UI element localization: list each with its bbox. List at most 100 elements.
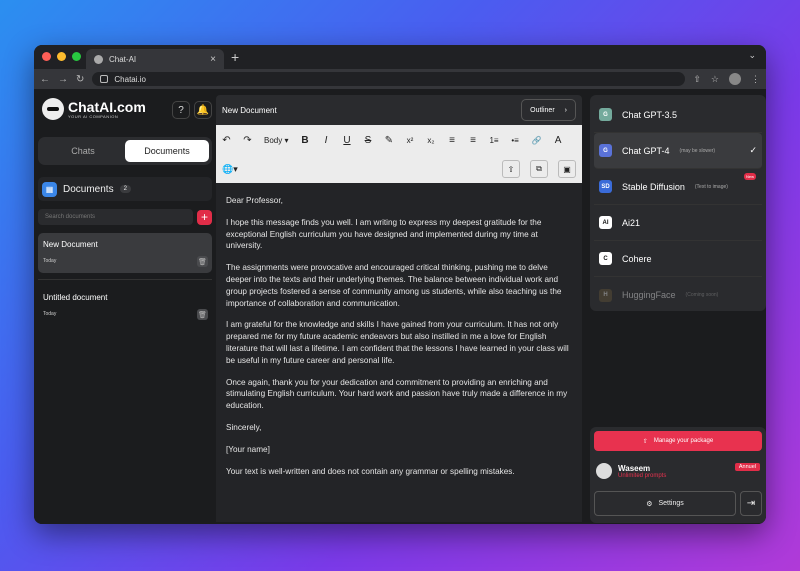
editor-header: New Document Outliner › — [216, 95, 582, 125]
forward-icon[interactable]: → — [58, 74, 68, 85]
list-item[interactable]: Untitled document Today 🗑 — [38, 286, 212, 326]
manage-package-button[interactable]: ⇧ Manage your package — [594, 431, 762, 451]
add-document-button[interactable]: + — [197, 209, 212, 225]
model-note: (Text to image) — [694, 183, 728, 190]
avatar — [596, 463, 612, 479]
help-icon[interactable]: ? — [172, 101, 190, 119]
paragraph: Your text is well-written and does not c… — [226, 466, 515, 476]
browser-window: Chat-AI × + ⌄ ← → ↻ Chatai.io ⇧ ☆ ⋮ Chat… — [34, 45, 766, 524]
minimize-window-button[interactable] — [57, 52, 66, 61]
openai-icon: G — [599, 108, 612, 121]
redo-icon[interactable]: ↷ — [243, 135, 252, 146]
share-icon[interactable]: ⇧ — [693, 74, 701, 85]
model-name: HuggingFace — [622, 290, 676, 300]
save-icon[interactable]: ▣ — [558, 160, 576, 178]
documents-header: ▦ Documents 2 — [38, 177, 212, 201]
bookmark-star-icon[interactable]: ☆ — [711, 74, 719, 85]
document-title: New Document — [43, 240, 98, 249]
copy-icon[interactable]: ⧉ — [530, 160, 548, 178]
list-item[interactable]: New Document Today 🗑 — [38, 233, 212, 273]
document-title: Untitled document — [43, 293, 108, 302]
upload-icon[interactable]: ⇧ — [502, 160, 520, 178]
outliner-button[interactable]: Outliner › — [521, 99, 576, 121]
bold-icon[interactable]: B — [300, 135, 309, 146]
tab-chats[interactable]: Chats — [41, 140, 125, 162]
model-cohere[interactable]: C Cohere — [594, 241, 762, 277]
model-list: G Chat GPT-3.5 G Chat GPT-4 (may be slow… — [590, 95, 766, 311]
model-huggingface: H HuggingFace (Coming soon) — [594, 277, 762, 313]
model-chatgpt-35[interactable]: G Chat GPT-3.5 — [594, 97, 762, 133]
cohere-icon: C — [599, 252, 612, 265]
trash-icon[interactable]: 🗑 — [197, 256, 208, 267]
favicon-icon — [94, 54, 103, 64]
model-chatgpt-4[interactable]: G Chat GPT-4 (may be slower) ✓ — [594, 133, 762, 169]
search-documents-input[interactable]: Search documents — [38, 209, 193, 225]
site-info-icon[interactable] — [100, 75, 109, 83]
browser-menu-icon[interactable]: ⋮ — [751, 74, 760, 85]
translate-icon[interactable]: 🌐▾ — [222, 164, 238, 175]
browser-tabbar: Chat-AI × + ⌄ — [34, 45, 766, 69]
profile-avatar[interactable] — [729, 73, 741, 85]
trash-icon[interactable]: 🗑 — [197, 309, 208, 320]
settings-button[interactable]: ⚙ Settings — [594, 491, 736, 516]
tab-documents[interactable]: Documents — [125, 140, 209, 162]
stable-diffusion-icon: SD — [599, 180, 612, 193]
app: ChatAI.com YOUR AI COMPANION ? 🔔 Chats D… — [34, 89, 766, 524]
tab-title: Chat-AI — [109, 54, 137, 64]
model-name: Stable Diffusion — [622, 181, 685, 192]
paragraph: [Your name] — [226, 444, 270, 454]
browser-tab[interactable]: Chat-AI × — [86, 49, 224, 69]
undo-icon[interactable]: ↶ — [222, 135, 231, 146]
logout-button[interactable]: ⇥ — [740, 491, 762, 516]
upload-icon: ⇧ — [642, 438, 648, 445]
text-style-select[interactable]: Body ▾ — [264, 136, 288, 145]
paragraph: Dear Professor, — [226, 196, 283, 205]
model-note: (may be slower) — [679, 147, 716, 154]
paragraph: I hope this message finds you well. I am… — [226, 217, 542, 251]
outliner-label: Outliner — [530, 106, 555, 114]
reload-icon[interactable]: ↻ — [76, 74, 84, 85]
address-bar[interactable]: Chatai.io — [92, 72, 686, 86]
manage-package-label: Manage your package — [653, 438, 714, 444]
clear-format-icon[interactable]: A — [554, 135, 563, 146]
new-tab-button[interactable]: + — [231, 49, 239, 65]
subscript-icon[interactable]: x₂ — [426, 136, 435, 145]
align-center-icon[interactable]: ≡ — [468, 135, 477, 146]
model-name: Ai21 — [622, 217, 641, 228]
underline-icon[interactable]: U — [342, 135, 351, 146]
ai21-icon: AI — [599, 216, 612, 229]
model-name: Cohere — [622, 253, 652, 264]
close-window-button[interactable] — [42, 52, 51, 61]
huggingface-icon: H — [599, 288, 612, 302]
italic-icon[interactable]: I — [321, 135, 330, 146]
strikethrough-icon[interactable]: S — [363, 135, 372, 146]
check-icon: ✓ — [749, 145, 757, 155]
document-body[interactable]: Dear Professor, I hope this message find… — [216, 183, 582, 522]
model-stable-diffusion[interactable]: SD Stable Diffusion (Text to image) New — [594, 169, 762, 205]
document-name[interactable]: New Document — [222, 106, 277, 115]
link-icon[interactable]: 🔗 — [532, 136, 542, 145]
documents-title: Documents — [63, 183, 114, 195]
highlight-icon[interactable]: ✎ — [384, 135, 393, 146]
gear-icon: ⚙ — [646, 500, 653, 508]
superscript-icon[interactable]: x² — [405, 136, 414, 145]
browser-toolbar: ← → ↻ Chatai.io ⇧ ☆ ⋮ — [34, 69, 766, 89]
editor: New Document Outliner › ↶ ↷ Body ▾ B I U… — [216, 95, 582, 524]
documents-count-badge: 2 — [119, 185, 131, 193]
align-left-icon[interactable]: ≡ — [447, 135, 456, 146]
brand-name: ChatAI.com — [68, 98, 146, 115]
maximize-window-button[interactable] — [72, 52, 81, 61]
bell-icon[interactable]: 🔔 — [194, 101, 212, 119]
user-name: Waseem — [618, 463, 651, 473]
logo-icon — [42, 98, 64, 120]
ordered-list-icon[interactable]: 1≡ — [489, 136, 498, 145]
view-switch: Chats Documents — [38, 137, 212, 165]
paragraph: The assignments were provocative and enc… — [226, 263, 562, 308]
bullet-list-icon[interactable]: •≡ — [511, 136, 520, 145]
close-tab-icon[interactable]: × — [210, 54, 216, 65]
model-ai21[interactable]: AI Ai21 — [594, 205, 762, 241]
back-icon[interactable]: ← — [40, 74, 50, 85]
url-text: Chatai.io — [114, 74, 146, 84]
format-toolbar: ↶ ↷ Body ▾ B I U S ✎ x² x₂ ≡ ≡ 1≡ •≡ 🔗 A — [216, 125, 582, 183]
tab-menu-icon[interactable]: ⌄ — [748, 50, 756, 61]
